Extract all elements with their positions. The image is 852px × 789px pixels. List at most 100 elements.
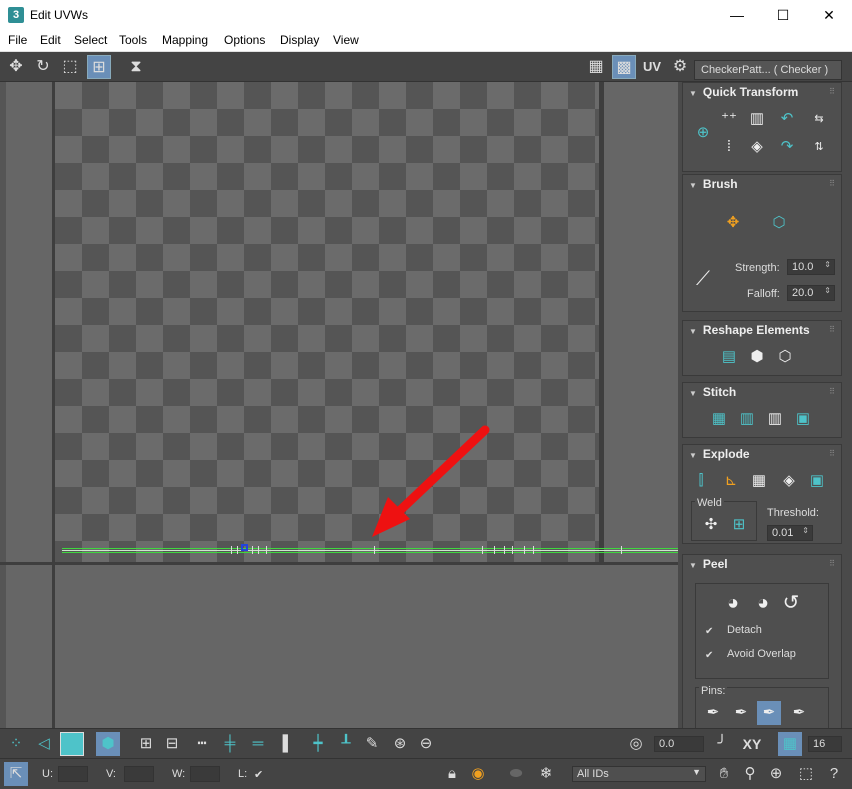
ring-grow-icon[interactable]: ┿ [306,732,330,756]
shrink-selection-icon[interactable]: ⊟ [160,732,184,756]
rotate-ccw-icon[interactable]: ↶ [775,107,799,131]
uv-vertex[interactable] [504,546,505,554]
edge-mode-icon[interactable]: ◁ [32,732,56,756]
uv-vertex[interactable] [512,546,513,554]
w-field[interactable] [190,766,220,782]
uv-vertex[interactable] [524,546,525,554]
u-field[interactable] [58,766,88,782]
stitch-custom-icon[interactable]: ▦ [707,407,731,431]
relax-brush-icon[interactable]: ⬡ [767,211,791,235]
stitch-average-icon[interactable]: ▥ [763,407,787,431]
straighten-icon[interactable]: ◈ [745,135,769,159]
uv-vertex[interactable] [266,546,267,554]
uv-edge[interactable] [62,548,678,549]
flatten-by-polygon-icon[interactable]: ▦ [747,469,771,493]
peel-mode-icon[interactable]: ◕ [751,591,775,615]
space-horizontal-icon[interactable]: ▥ [745,107,769,131]
pan-icon[interactable]: ✋︎ [712,762,736,786]
uv-vertex[interactable] [494,546,495,554]
quick-peel-icon[interactable]: ◕ [721,591,745,615]
ring-icon[interactable]: ▌ [276,732,300,756]
peel-header[interactable]: ▼ Peel [683,555,841,573]
stitch-header[interactable]: ▼ Stitch [683,383,841,401]
explode-header[interactable]: ▼ Explode [683,445,841,463]
uv-vertex[interactable] [237,546,238,554]
menu-edit[interactable]: Edit [40,33,61,47]
align-horizontal-icon[interactable]: ⁺⁺ [717,107,741,131]
menu-mapping[interactable]: Mapping [162,33,208,47]
uv-viewport[interactable] [0,82,678,728]
uv-label[interactable]: UV [640,55,664,79]
menu-tools[interactable]: Tools [119,33,147,47]
checker-pattern-icon[interactable]: ▦ [584,55,608,79]
weld-selected-icon[interactable]: ✣ [699,513,723,537]
menu-select[interactable]: Select [74,33,107,47]
transform-mode-icon[interactable]: ⇱ [4,762,28,786]
detach-edge-icon[interactable]: ⊾ [719,469,743,493]
ids-select[interactable]: All IDs ▼ [572,766,706,782]
loop-shrink-icon[interactable]: ═ [246,732,270,756]
loop-grow-icon[interactable]: ╪ [218,732,242,756]
mirror-icon[interactable]: ⧗ [124,55,148,79]
uv-vertex[interactable] [252,546,253,554]
xy-label[interactable]: XY [740,732,764,756]
unpin-icon[interactable]: ✒ [729,701,753,725]
zoom-region-icon[interactable]: ⊕ [764,762,788,786]
v-field[interactable] [124,766,154,782]
paint-move-icon[interactable]: ✥ [721,211,745,235]
grid-size-field[interactable]: 16 [808,736,842,752]
paint-shrink-icon[interactable]: ⊖ [414,732,438,756]
uv-vertex[interactable] [231,546,232,554]
stitch-to-source-icon[interactable]: ▣ [791,407,815,431]
grid-snap-icon[interactable]: ▦ [778,732,802,756]
help-icon[interactable]: ? [822,762,846,786]
map-settings-icon[interactable]: ⚙ [668,55,692,79]
pin-icon[interactable]: ✒ [701,701,725,725]
auto-pin-icon[interactable]: ✒ [757,701,781,725]
paint-grow-icon[interactable]: ⊛ [388,732,412,756]
loop-icon[interactable]: ┅ [190,732,214,756]
minimize-button[interactable]: — [714,0,760,30]
spinner-arrows-icon[interactable]: ⇕ [824,286,831,295]
flip-horizontal-icon[interactable]: ⇆ [807,107,831,131]
break-icon[interactable]: ⫿ [689,469,713,493]
select-pins-icon[interactable]: ✒ [787,701,811,725]
uv-vertex[interactable] [258,546,259,554]
flatten-by-material-icon[interactable]: ▣ [805,469,829,493]
align-vertical-icon[interactable]: ⁞ [717,135,741,159]
l-checkbox[interactable]: ✔ [254,768,263,781]
flip-vertical-icon[interactable]: ⇅ [807,135,831,159]
uv-vertex[interactable] [374,546,375,554]
brush-header[interactable]: ▼ Brush [683,175,841,193]
freeform-icon[interactable]: ⊞ [87,55,111,79]
zoom-extents-icon[interactable]: ⬚ [794,762,818,786]
selected-vertex[interactable] [241,544,248,551]
stitch-to-target-icon[interactable]: ▥ [735,407,759,431]
vertex-mode-icon[interactable]: ⁘ [4,732,28,756]
reshape-elements-header[interactable]: ▼ Reshape Elements [683,321,841,339]
relax-icon[interactable]: ⬢ [745,345,769,369]
uv-vertex[interactable] [621,546,622,554]
uv-edge[interactable] [62,552,678,553]
threshold-spinner[interactable]: 0.01 ⇕ [767,525,813,541]
zoom-icon[interactable]: ⚲ [738,762,762,786]
grow-selection-icon[interactable]: ⊞ [134,732,158,756]
paint-select-icon[interactable]: ✎ [360,732,384,756]
straighten-selection-icon[interactable]: ▤ [717,345,741,369]
menu-file[interactable]: File [8,33,27,47]
quick-transform-header[interactable]: ▼ Quick Transform [683,83,841,101]
scale-icon[interactable]: ⬚ [58,55,82,79]
angle-field[interactable]: 0.0 [654,736,704,752]
falloff-spinner[interactable]: 20.0 ⇕ [787,285,835,301]
hide-icon[interactable]: ◉ [466,762,490,786]
menu-view[interactable]: View [333,33,359,47]
map-select[interactable]: CheckerPatt... ( Checker ) [694,60,842,80]
pivot-icon[interactable]: ⊕ [691,121,715,145]
relax-settings-icon[interactable]: ⬡ [773,345,797,369]
lock-icon[interactable]: 🔒︎ [440,762,464,786]
ring-shrink-icon[interactable]: ┸ [334,732,358,756]
rotate-icon[interactable]: ↻ [31,55,55,79]
element-mode-icon[interactable]: ⬢ [96,732,120,756]
detach-checkbox[interactable]: ✔ [705,626,716,637]
show-map-icon[interactable]: ▩ [612,55,636,79]
